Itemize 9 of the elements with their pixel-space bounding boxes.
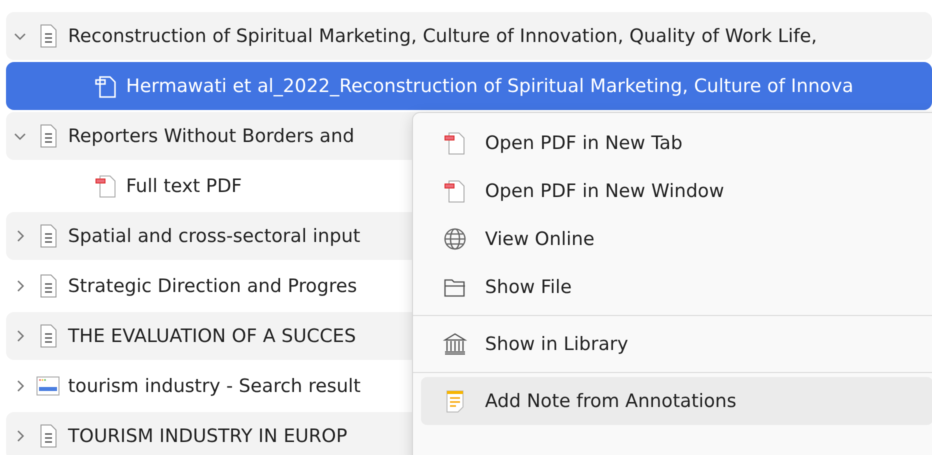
item-title: Hermawati et al_2022_Reconstruction of Spiritual Marketing, Culture of Innova <box>126 76 854 96</box>
item-title: Spatial and cross-sectoral input <box>68 226 360 246</box>
item-title: Strategic Direction and Progres <box>68 276 357 296</box>
item-title: Reconstruction of Spiritual Marketing, Culture of Innovation, Quality of Work Life, <box>68 26 818 46</box>
item-title: Reporters Without Borders and <box>68 126 354 146</box>
item-title: TOURISM INDUSTRY IN EUROP <box>68 426 348 446</box>
item-title: THE EVALUATION OF A SUCCES <box>68 326 356 346</box>
item-title: tourism industry - Search result <box>68 376 361 396</box>
item-title: Full text PDF <box>126 176 242 196</box>
